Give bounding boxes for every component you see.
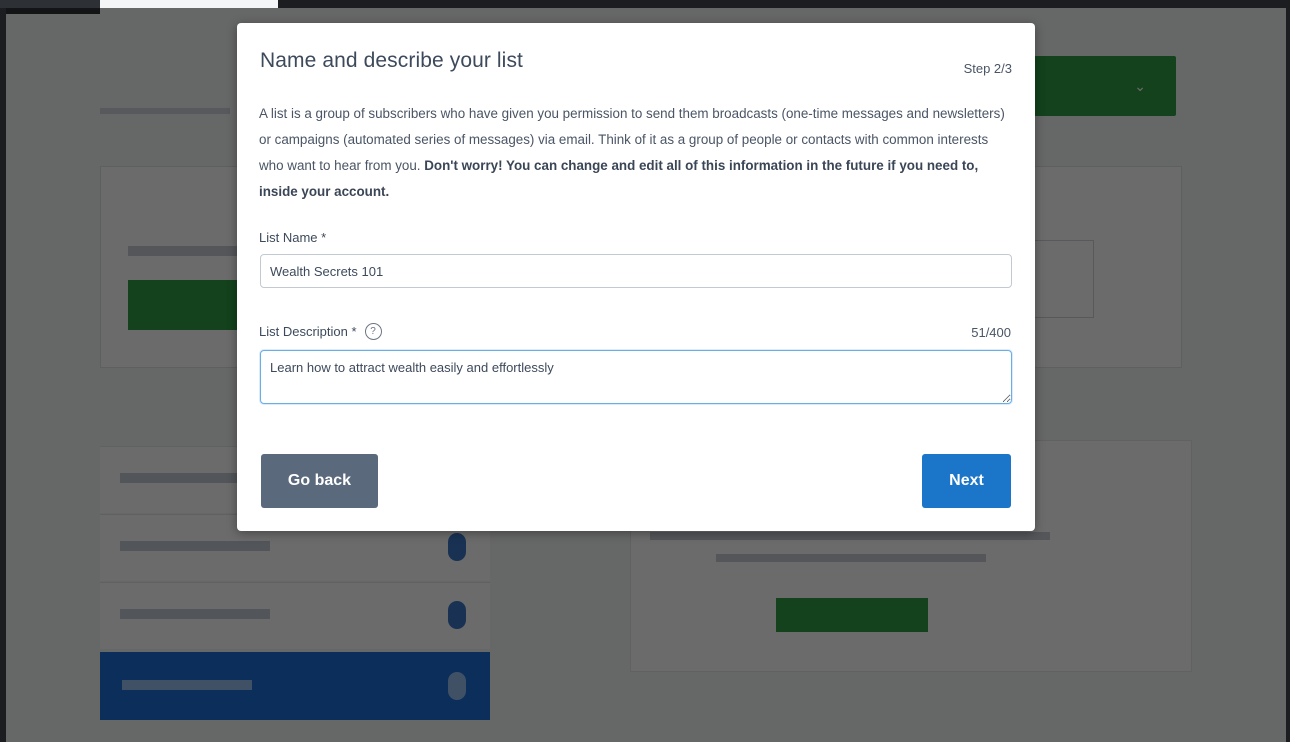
list-description-label-row: List Description * ?: [259, 323, 382, 340]
top-bar: [0, 0, 1290, 14]
list-name-label: List Name *: [259, 230, 327, 245]
list-description-textarea[interactable]: Learn how to attract wealth easily and e…: [260, 350, 1012, 404]
list-modal: Name and describe your list Step 2/3 A l…: [237, 23, 1035, 531]
next-button[interactable]: Next: [922, 454, 1011, 508]
list-description-label: List Description *: [259, 324, 357, 339]
right-edge: [1286, 8, 1290, 742]
modal-description: A list is a group of subscribers who hav…: [259, 101, 1015, 205]
modal-title: Name and describe your list: [260, 49, 523, 72]
step-indicator: Step 2/3: [963, 61, 1012, 76]
list-name-input[interactable]: [260, 254, 1012, 288]
character-counter: 51/400: [971, 325, 1011, 340]
go-back-button[interactable]: Go back: [261, 454, 378, 508]
question-circle-icon[interactable]: ?: [364, 323, 382, 340]
